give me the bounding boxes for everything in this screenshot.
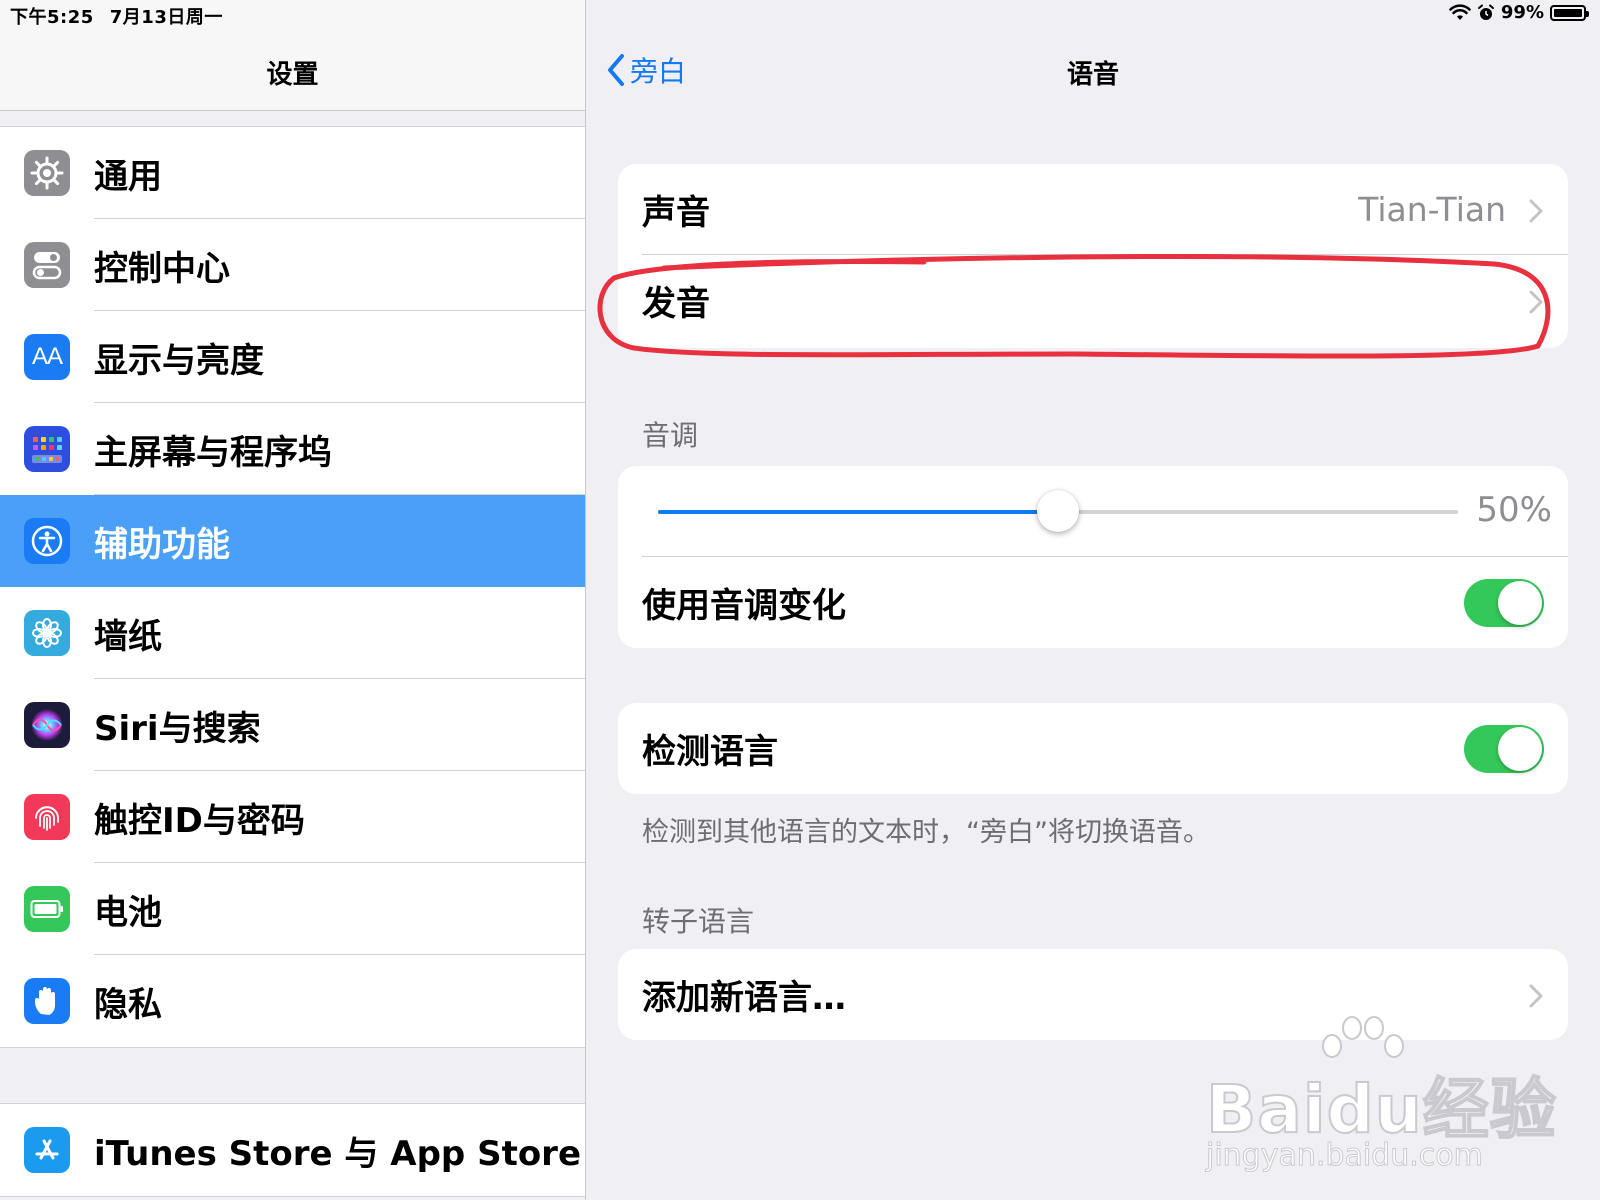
sidebar-title: 设置	[266, 60, 319, 90]
sidebar-item-label: iTunes Store 与 App Store	[94, 1133, 582, 1174]
gear-icon	[24, 150, 70, 196]
battery-icon	[1550, 4, 1589, 21]
hand-icon	[24, 978, 70, 1024]
sidebar-item-label: 主屏幕与程序坞	[94, 432, 332, 473]
sidebar-item-label: 触控ID与密码	[94, 800, 305, 841]
detect-language-toggle[interactable]	[1464, 725, 1544, 773]
toggle-switches-icon	[24, 242, 70, 288]
voice-value: Tian-Tian	[1358, 190, 1506, 229]
voice-settings-card: 声音 Tian-Tian 发音	[618, 164, 1568, 348]
accessibility-icon	[24, 518, 70, 564]
status-bar-left: 下午5:25 7月13日周一	[10, 3, 239, 29]
toggle-knob	[1498, 727, 1542, 771]
pronunciation-label: 发音	[642, 284, 710, 324]
app-store-icon	[24, 1127, 70, 1173]
sidebar-item-siri[interactable]: Siri与搜索	[0, 679, 585, 771]
sidebar-item-label: 辅助功能	[94, 524, 230, 565]
detect-language-card: 检测语言	[618, 703, 1568, 794]
sidebar-item-touch-id[interactable]: 触控ID与密码	[0, 771, 585, 863]
text-size-icon: AA	[24, 334, 70, 380]
battery-percent: 99%	[1500, 2, 1544, 23]
sidebar-item-label: 墙纸	[94, 616, 162, 657]
sidebar-item-privacy[interactable]: 隐私	[0, 955, 585, 1047]
rotor-section-label: 转子语言	[642, 905, 755, 938]
fingerprint-icon	[24, 794, 70, 840]
sidebar-item-label: 通用	[94, 156, 162, 197]
sidebar-item-display[interactable]: AA 显示与亮度	[0, 311, 585, 403]
pitch-change-label: 使用音调变化	[642, 586, 846, 626]
sidebar-item-label: 隐私	[94, 984, 162, 1025]
watermark-brand: Baidu经验	[1205, 1070, 1557, 1149]
sidebar-item-battery[interactable]: 电池	[0, 863, 585, 955]
app-grid-icon	[24, 426, 70, 472]
settings-sidebar: 设置 通用 控制中心 AA 显示与亮度 主屏幕与程序坞 辅助功能 墙纸 Siri…	[0, 0, 586, 1200]
pronunciation-row[interactable]: 发音	[618, 255, 1568, 346]
pitch-change-toggle[interactable]	[1464, 579, 1544, 627]
baidu-jingyan-watermark: Baidu经验 jingyan.baidu.com	[1205, 1016, 1557, 1190]
detect-language-row: 检测语言	[618, 703, 1568, 794]
sidebar-item-label: 电池	[94, 892, 162, 933]
voice-row[interactable]: 声音 Tian-Tian	[618, 164, 1568, 255]
sidebar-item-home-screen[interactable]: 主屏幕与程序坞	[0, 403, 585, 495]
wifi-icon	[1449, 3, 1471, 20]
status-bar: 下午5:25 7月13日周一 99%	[0, 0, 1600, 32]
text-size-glyph: AA	[31, 343, 63, 370]
status-time: 下午5:25	[10, 7, 94, 28]
status-bar-right: 99%	[1449, 2, 1589, 23]
page-title: 语音	[1066, 60, 1119, 90]
sidebar-item-label: 控制中心	[94, 248, 230, 289]
speech-detail-pane: 旁白 语音 声音 Tian-Tian 发音 音调 50% 使用音调变化 检测语言…	[586, 0, 1600, 1200]
toggle-knob	[1498, 581, 1542, 625]
alarm-icon	[1477, 4, 1494, 20]
siri-icon	[24, 702, 70, 748]
pitch-section-label: 音调	[642, 419, 699, 452]
chevron-right-icon	[1529, 290, 1543, 314]
add-language-row[interactable]: 添加新语言…	[618, 949, 1568, 1040]
pitch-card: 50% 使用音调变化	[618, 466, 1568, 648]
flower-icon	[24, 610, 70, 656]
sidebar-group-store: iTunes Store 与 App Store	[0, 1103, 585, 1197]
detect-language-label: 检测语言	[642, 732, 778, 772]
pitch-slider-thumb[interactable]	[1037, 490, 1079, 532]
pitch-slider-fill	[658, 510, 1058, 514]
add-language-label: 添加新语言…	[642, 978, 846, 1018]
sidebar-group-main: 通用 控制中心 AA 显示与亮度 主屏幕与程序坞 辅助功能 墙纸 Siri与搜索…	[0, 126, 585, 1048]
voice-label: 声音	[642, 193, 710, 233]
sidebar-item-label: Siri与搜索	[94, 708, 261, 749]
sidebar-item-wallpaper[interactable]: 墙纸	[0, 587, 585, 679]
sidebar-item-label: 显示与亮度	[94, 340, 264, 381]
pitch-slider-row: 50%	[618, 466, 1568, 557]
status-date: 7月13日周一	[109, 7, 223, 28]
sidebar-item-general[interactable]: 通用	[0, 127, 585, 219]
pitch-value: 50%	[1476, 490, 1552, 530]
chevron-right-icon	[1529, 199, 1543, 223]
detect-language-footnote: 检测到其他语言的文本时，“旁白”将切换语音。	[642, 817, 1210, 848]
battery-icon	[24, 886, 70, 932]
chevron-right-icon	[1529, 984, 1543, 1008]
watermark-url: jingyan.baidu.com	[1206, 1138, 1484, 1174]
sidebar-item-control-center[interactable]: 控制中心	[0, 219, 585, 311]
sidebar-item-accessibility[interactable]: 辅助功能	[0, 495, 585, 587]
pitch-change-row: 使用音调变化	[618, 557, 1568, 648]
rotor-languages-card: 添加新语言…	[618, 949, 1568, 1040]
pitch-slider[interactable]	[658, 490, 1458, 532]
sidebar-item-itunes-app-store[interactable]: iTunes Store 与 App Store	[0, 1104, 585, 1196]
